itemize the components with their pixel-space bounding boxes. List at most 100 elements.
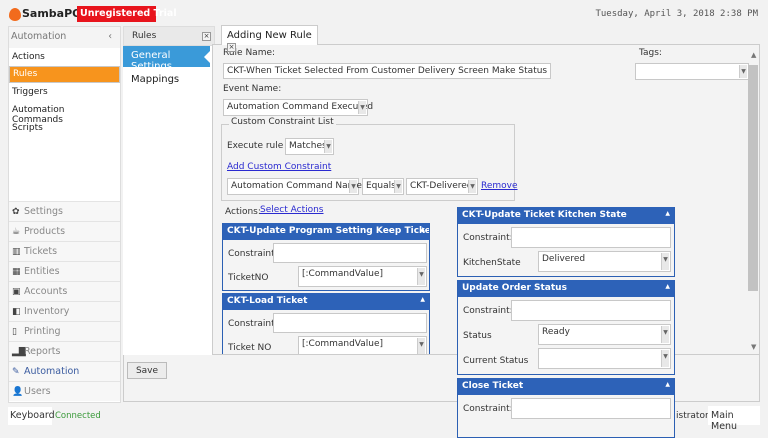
chevron-down-icon: ▼ bbox=[661, 350, 669, 367]
nav-label: Printing bbox=[24, 326, 61, 337]
nav-label: Tickets bbox=[24, 246, 58, 257]
keyboard-button[interactable]: Keyboard bbox=[8, 407, 55, 425]
tags-select[interactable]: ▼ bbox=[635, 63, 749, 80]
books-icon: ▥ bbox=[12, 247, 21, 257]
add-custom-constraint-link[interactable]: Add Custom Constraint bbox=[227, 162, 331, 172]
constraint-input[interactable] bbox=[273, 243, 427, 263]
rule-sections-panel: Rules × General Settings Mappings bbox=[123, 26, 215, 356]
nav-label: Settings bbox=[24, 206, 63, 217]
param-value: [:CommandValue] bbox=[302, 269, 384, 279]
nav-printing[interactable]: ▯ Printing bbox=[9, 321, 120, 341]
param-select[interactable]: [:CommandValue] ▼ bbox=[298, 336, 427, 354]
constraint-input[interactable] bbox=[273, 313, 427, 333]
action-card-header[interactable]: CKT-Load Ticket ▲ bbox=[223, 293, 429, 310]
constraint-input[interactable] bbox=[511, 300, 671, 321]
action-card-header[interactable]: Close Ticket ▲ bbox=[458, 378, 674, 395]
param-select[interactable]: [:CommandValue] ▼ bbox=[298, 266, 427, 287]
collapse-arrow-icon[interactable]: ▲ bbox=[420, 226, 425, 233]
nav-entities[interactable]: ▦ Entities bbox=[9, 261, 120, 281]
menu-item-automation-commands[interactable]: Automation Commands bbox=[9, 102, 120, 125]
actions-label: Actions: bbox=[225, 207, 261, 217]
action-card-header[interactable]: CKT-Update Ticket Kitchen State ▲ bbox=[458, 207, 674, 224]
trial-badge: Unregistered Trial bbox=[77, 6, 177, 22]
param-select[interactable]: ▼ bbox=[538, 348, 671, 369]
collapse-arrow-icon[interactable]: ▲ bbox=[665, 381, 670, 388]
save-button[interactable]: Save bbox=[127, 362, 167, 379]
event-name-select[interactable]: Automation Command Executed ▼ bbox=[223, 99, 373, 116]
action-title: CKT-Load Ticket bbox=[227, 296, 308, 306]
bar-chart-icon: ▂▇ bbox=[12, 347, 26, 357]
scroll-up-icon[interactable]: ▲ bbox=[751, 51, 756, 59]
nav-reports[interactable]: ▂▇Reports bbox=[9, 341, 120, 361]
tab-adding-new-rule[interactable]: Adding New Rule × bbox=[221, 25, 318, 52]
collapse-arrow-icon[interactable]: ▲ bbox=[665, 283, 670, 290]
tab-rules[interactable]: Rules × bbox=[123, 26, 215, 46]
param-value: [:CommandValue] bbox=[302, 339, 384, 349]
constraint-label: Constraint: bbox=[228, 319, 278, 329]
collapse-chevron-icon[interactable]: ‹ bbox=[108, 31, 112, 42]
nav-label: Accounts bbox=[24, 286, 68, 297]
menu-item-scripts[interactable]: Scripts bbox=[9, 120, 120, 138]
scroll-down-icon[interactable]: ▼ bbox=[751, 343, 756, 351]
param-label: Ticket NO bbox=[228, 343, 272, 353]
nav-tickets[interactable]: ▥ Tickets bbox=[9, 241, 120, 261]
close-icon[interactable]: × bbox=[202, 32, 211, 41]
section-mappings[interactable]: Mappings bbox=[131, 74, 179, 85]
nav-products[interactable]: ☕ Products bbox=[9, 221, 120, 241]
operator-value: Equals bbox=[366, 181, 396, 191]
event-name-label: Event Name: bbox=[223, 84, 282, 94]
chevron-down-icon: ▼ bbox=[394, 180, 402, 193]
constraint-label: Constraint: bbox=[463, 306, 513, 316]
scrollbar-thumb[interactable] bbox=[748, 65, 758, 291]
event-name-value: Automation Command Executed bbox=[227, 102, 374, 112]
execute-rule-label: Execute rule if bbox=[227, 141, 292, 151]
panel-title: Automation ‹ bbox=[9, 27, 120, 48]
action-card-header[interactable]: Update Order Status ▲ bbox=[458, 280, 674, 297]
constraint-group-title: Custom Constraint List bbox=[229, 117, 336, 127]
menu-item-rules[interactable]: Rules bbox=[9, 66, 120, 83]
tags-label: Tags: bbox=[639, 48, 662, 58]
left-panel: Automation ‹ Actions Rules Triggers Autom… bbox=[8, 26, 121, 403]
constraint-input[interactable] bbox=[511, 398, 671, 419]
user-icon: 👤 bbox=[12, 387, 24, 397]
menu-item-triggers[interactable]: Triggers bbox=[9, 84, 120, 102]
nav-users[interactable]: 👤Users bbox=[9, 381, 120, 401]
chevron-down-icon: ▼ bbox=[417, 268, 425, 285]
nav-label: Users bbox=[24, 386, 51, 397]
action-card: CKT-Update Ticket Kitchen State ▲ Constra… bbox=[457, 207, 675, 277]
document-icon: ▯ bbox=[12, 327, 17, 337]
collapse-arrow-icon[interactable]: ▲ bbox=[665, 210, 670, 217]
menu-item-actions[interactable]: Actions bbox=[9, 49, 120, 67]
main-menu-button[interactable]: Main Menu bbox=[708, 406, 760, 432]
constraint-label: Constraint: bbox=[228, 249, 278, 259]
nav-label: Entities bbox=[24, 266, 60, 277]
collapse-arrow-icon[interactable]: ▲ bbox=[420, 296, 425, 303]
close-icon[interactable]: × bbox=[227, 43, 236, 52]
section-general-settings[interactable]: General Settings bbox=[123, 46, 210, 72]
remove-constraint-link[interactable]: Remove bbox=[481, 181, 518, 191]
param-value: Delivered bbox=[542, 254, 586, 264]
constraint-field-select[interactable]: Automation Command Name ▼ bbox=[227, 178, 362, 195]
field-value: Automation Command Name bbox=[231, 181, 362, 191]
constraint-input[interactable] bbox=[511, 227, 671, 248]
nav-inventory[interactable]: ◧ Inventory bbox=[9, 301, 120, 321]
chevron-down-icon: ▼ bbox=[349, 180, 357, 193]
rule-name-input[interactable]: CKT-When Ticket Selected From Customer D… bbox=[223, 63, 551, 79]
nav-accounts[interactable]: ▣ Accounts bbox=[9, 281, 120, 301]
user-name: istrator bbox=[676, 411, 709, 421]
select-actions-link[interactable]: Select Actions bbox=[260, 205, 324, 215]
nav-label: Automation bbox=[24, 366, 80, 377]
nav-settings[interactable]: ✿ Settings bbox=[9, 201, 120, 221]
param-select[interactable]: Ready ▼ bbox=[538, 324, 671, 345]
execute-rule-select[interactable]: Matches ▼ bbox=[285, 138, 334, 155]
constraint-operator-select[interactable]: Equals ▼ bbox=[362, 178, 404, 195]
nav-label: Products bbox=[24, 226, 66, 237]
gear-icon: ✿ bbox=[12, 207, 20, 217]
chevron-down-icon: ▼ bbox=[739, 65, 747, 78]
chevron-down-icon: ▼ bbox=[661, 253, 669, 270]
nav-label: Inventory bbox=[24, 306, 70, 317]
action-card-header[interactable]: CKT-Update Program Setting Keep Ticket N… bbox=[223, 223, 429, 240]
param-select[interactable]: Delivered ▼ bbox=[538, 251, 671, 272]
constraint-value-select[interactable]: CKT-Delivered ▼ bbox=[406, 178, 478, 195]
nav-automation[interactable]: ✎ Automation bbox=[9, 361, 120, 381]
